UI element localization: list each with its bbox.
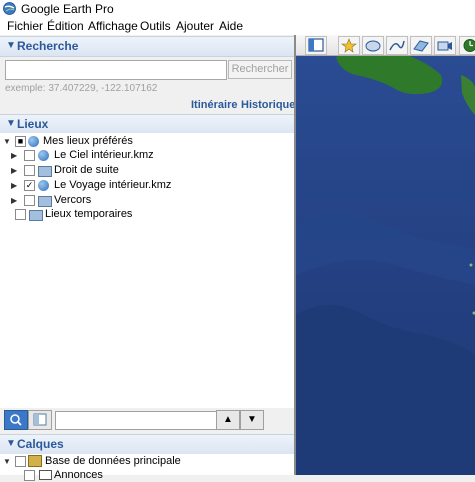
globe-icon xyxy=(38,150,49,161)
layers-stack-icon xyxy=(28,455,42,467)
earth-imagery xyxy=(296,35,475,475)
folder-icon xyxy=(38,166,52,177)
tree-item-label[interactable]: Vercors xyxy=(54,193,91,207)
globe-icon xyxy=(38,180,49,191)
layers-section-header[interactable]: ▼ Calques xyxy=(0,434,294,455)
tree-item-label[interactable]: Lieux temporaires xyxy=(45,207,132,221)
title-bar: Google Earth Pro xyxy=(0,0,475,18)
search-button[interactable]: Rechercher xyxy=(228,60,292,79)
menu-ajouter[interactable]: Ajouter xyxy=(176,19,214,33)
checkbox-mes-lieux[interactable]: ■ xyxy=(15,136,26,147)
checkbox-vercors[interactable] xyxy=(24,195,35,206)
menu-aide[interactable]: Aide xyxy=(219,19,243,33)
globe-icon xyxy=(28,136,39,147)
menu-outils[interactable]: Outils xyxy=(140,19,171,33)
image-overlay-button[interactable] xyxy=(410,36,432,55)
envelope-icon xyxy=(39,470,52,480)
image-overlay-icon xyxy=(411,37,431,54)
menu-bar: Fichier Édition Affichage Outils Ajouter… xyxy=(0,18,475,35)
layers-section-title: Calques xyxy=(17,437,64,451)
menu-affichage[interactable]: Affichage xyxy=(88,19,138,33)
collapse-arrow-icon[interactable]: ▼ xyxy=(6,438,16,449)
tree-item-label[interactable]: Le Voyage intérieur.kmz xyxy=(54,178,171,192)
historical-imagery-button[interactable] xyxy=(459,36,475,55)
checkbox-voyage[interactable]: ✓ xyxy=(24,180,35,191)
expand-arrow-icon[interactable]: ▼ xyxy=(3,457,11,466)
search-section-title: Recherche xyxy=(17,39,78,53)
places-filter-input[interactable] xyxy=(55,411,217,430)
places-tree: ▼ ■ Mes lieux préférés ▶ Le Ciel intérie… xyxy=(0,133,294,408)
collapse-arrow-icon[interactable]: ▼ xyxy=(6,118,16,129)
itinerary-link[interactable]: Itinéraire xyxy=(191,99,237,111)
magnifier-icon xyxy=(5,411,27,429)
folder-icon xyxy=(29,210,43,221)
places-toolbar: ▲ ▼ xyxy=(0,408,294,433)
sidebar-toggle-button[interactable] xyxy=(305,36,327,55)
menu-edition[interactable]: Édition xyxy=(47,19,84,33)
panel-icon xyxy=(29,411,51,429)
search-hint: exemple: 37.407229, -122.107162 xyxy=(5,83,157,94)
polygon-icon xyxy=(363,37,383,54)
panel-toggle-button[interactable] xyxy=(28,410,52,430)
path-icon xyxy=(387,37,407,54)
tree-item-label[interactable]: Droit de suite xyxy=(54,163,119,177)
checkbox-base-donnees[interactable] xyxy=(15,456,26,467)
expand-arrow-icon[interactable]: ▶ xyxy=(11,181,17,190)
checkbox-annonces[interactable] xyxy=(24,470,35,481)
layers-tree: ▼ Base de données principale Annonces xyxy=(0,454,294,475)
clock-icon xyxy=(460,37,475,54)
placemark-star-icon xyxy=(339,37,359,54)
search-in-places-button[interactable] xyxy=(4,410,28,430)
sidebar-icon xyxy=(306,37,326,54)
tour-camera-icon xyxy=(435,37,455,54)
expand-arrow-icon[interactable]: ▶ xyxy=(11,151,17,160)
add-polygon-button[interactable] xyxy=(362,36,384,55)
expand-arrow-icon[interactable]: ▼ xyxy=(3,137,11,146)
places-section-title: Lieux xyxy=(17,117,48,131)
expand-arrow-icon[interactable]: ▶ xyxy=(11,166,17,175)
search-section-header[interactable]: ▼ Recherche xyxy=(0,36,294,57)
expand-arrow-icon[interactable]: ▶ xyxy=(11,196,17,205)
search-input[interactable] xyxy=(5,60,227,80)
history-link[interactable]: Historique xyxy=(241,99,295,111)
move-down-button[interactable]: ▼ xyxy=(240,410,264,430)
checkbox-temporaires[interactable] xyxy=(15,209,26,220)
tree-item-label[interactable]: Base de données principale xyxy=(45,454,181,468)
checkbox-droit[interactable] xyxy=(24,165,35,176)
add-placemark-button[interactable] xyxy=(338,36,360,55)
checkbox-ciel[interactable] xyxy=(24,150,35,161)
move-up-button[interactable]: ▲ xyxy=(216,410,240,430)
places-section-header[interactable]: ▼ Lieux xyxy=(0,114,294,135)
add-path-button[interactable] xyxy=(386,36,408,55)
tree-item-label[interactable]: Mes lieux préférés xyxy=(43,134,133,148)
map-toolbar xyxy=(296,35,475,56)
record-tour-button[interactable] xyxy=(434,36,456,55)
tree-item-label[interactable]: Le Ciel intérieur.kmz xyxy=(54,148,154,162)
menu-fichier[interactable]: Fichier xyxy=(7,19,43,33)
collapse-arrow-icon[interactable]: ▼ xyxy=(6,40,16,51)
map-view[interactable] xyxy=(296,35,475,475)
tree-item-label[interactable]: Annonces xyxy=(54,468,103,482)
window-title: Google Earth Pro xyxy=(21,2,114,16)
google-earth-icon xyxy=(3,2,16,15)
folder-icon xyxy=(38,196,52,207)
